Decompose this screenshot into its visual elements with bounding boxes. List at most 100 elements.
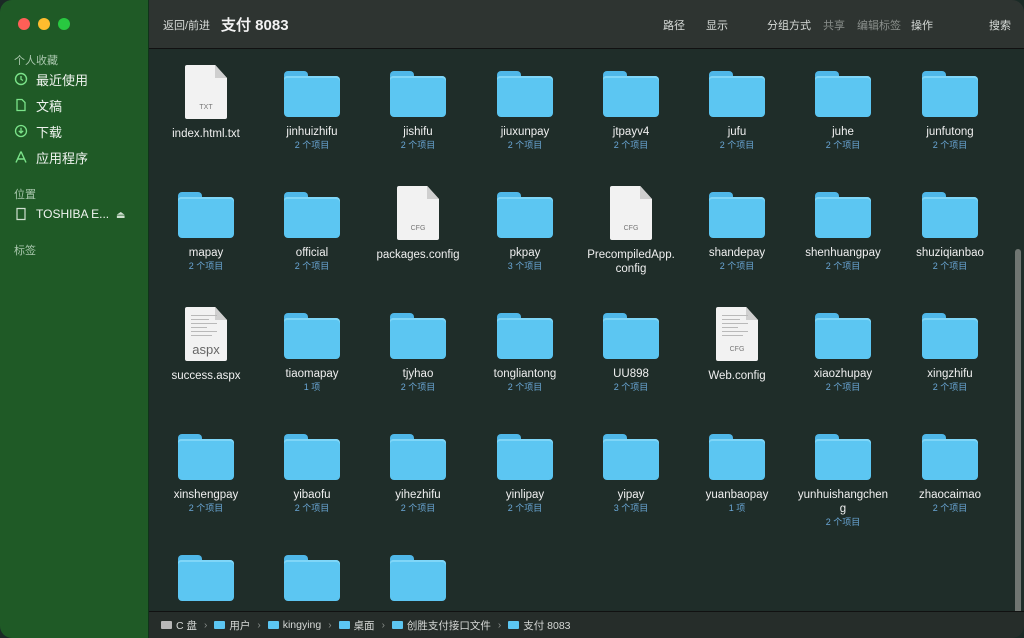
folder-item[interactable]: yunhuishangchen g 2 个项目 bbox=[790, 434, 896, 528]
folder-item[interactable]: yipay 3 个项目 bbox=[578, 434, 684, 514]
item-count: 2 个项目 bbox=[188, 503, 224, 513]
folder-item[interactable]: yihezhifu 2 个项目 bbox=[365, 434, 471, 514]
actions-button[interactable]: 操作 bbox=[911, 17, 933, 33]
file-item[interactable]: aspx success.aspx bbox=[153, 307, 259, 383]
edit-tags-button[interactable]: 编辑标签 bbox=[857, 17, 901, 33]
file-type-label: CFG bbox=[729, 346, 745, 353]
item-name: xiaozhupay bbox=[813, 368, 873, 380]
folder-item[interactable]: jtpayv4 2 个项目 bbox=[578, 71, 684, 151]
path-crumb[interactable]: C 盘 bbox=[161, 618, 197, 633]
path-crumb[interactable]: 支付 8083 bbox=[508, 618, 571, 633]
folder-icon bbox=[391, 621, 403, 629]
item-count: 2 个项目 bbox=[294, 261, 330, 271]
folder-item[interactable]: shenhuangpay 2 个项目 bbox=[790, 192, 896, 272]
folder-icon bbox=[603, 313, 659, 359]
path-button[interactable]: 路径 bbox=[663, 17, 685, 33]
maximize-window-button[interactable] bbox=[58, 18, 70, 30]
folder-icon bbox=[709, 71, 765, 117]
download-icon bbox=[14, 124, 28, 138]
folder-icon bbox=[338, 621, 350, 629]
folder-item[interactable]: jishifu 2 个项目 bbox=[365, 71, 471, 151]
item-name: official bbox=[295, 247, 329, 259]
item-count: 2 个项目 bbox=[613, 382, 649, 392]
folder-item[interactable]: zhaocaimao 2 个项目 bbox=[897, 434, 1003, 514]
locations-section-title: 位置 bbox=[14, 189, 36, 201]
sidebar-item-documents[interactable]: 文稿 bbox=[14, 95, 62, 115]
folder-item[interactable]: tongliantong 2 个项目 bbox=[472, 313, 578, 393]
item-name: jishifu bbox=[403, 126, 433, 138]
folder-item[interactable]: xingzhifu 2 个项目 bbox=[897, 313, 1003, 393]
sidebar-item-toshiba[interactable]: TOSHIBA E... bbox=[14, 204, 109, 224]
folder-item[interactable]: tiaomapay 1 项 bbox=[259, 313, 365, 393]
item-count: 1 项 bbox=[728, 503, 746, 513]
folder-icon bbox=[178, 555, 234, 601]
folder-item[interactable]: yinlipay 2 个项目 bbox=[472, 434, 578, 514]
item-count: 2 个项目 bbox=[932, 503, 968, 513]
view-button[interactable]: 显示 bbox=[706, 17, 728, 33]
sidebar-item-recents[interactable]: 最近使用 bbox=[14, 69, 88, 89]
folder-item[interactable]: yibaofu 2 个项目 bbox=[259, 434, 365, 514]
clock-icon bbox=[14, 72, 28, 86]
folder-item[interactable]: xinshengpay 2 个项目 bbox=[153, 434, 259, 514]
item-count: 3 个项目 bbox=[507, 261, 543, 271]
item-name: yinlipay bbox=[505, 489, 545, 501]
folder-icon bbox=[497, 192, 553, 238]
sidebar: 个人收藏 最近使用 文稿 下载 应用程序 位置 TOSHIBA E... ⏏ 标… bbox=[0, 0, 149, 638]
folder-item[interactable]: jinhuizhifu 2 个项目 bbox=[259, 71, 365, 151]
folder-item[interactable]: pkpay 3 个项目 bbox=[472, 192, 578, 272]
item-name: tjyhao bbox=[402, 368, 434, 380]
item-name: jufu bbox=[727, 126, 747, 138]
close-window-button[interactable] bbox=[18, 18, 30, 30]
folder-item[interactable] bbox=[365, 555, 471, 609]
document-icon: aspx bbox=[185, 307, 227, 361]
folder-item[interactable]: mapay 2 个项目 bbox=[153, 192, 259, 272]
back-forward-button[interactable]: 返回/前进 bbox=[163, 17, 210, 33]
folder-item[interactable] bbox=[259, 555, 365, 609]
search-button[interactable]: 搜索 bbox=[989, 17, 1011, 33]
folder-item[interactable]: UU898 2 个项目 bbox=[578, 313, 684, 393]
item-count: 2 个项目 bbox=[294, 140, 330, 150]
item-name: zhaocaimao bbox=[918, 489, 981, 501]
file-type-label: aspx bbox=[192, 342, 220, 357]
sidebar-item-applications[interactable]: 应用程序 bbox=[14, 147, 88, 167]
folder-icon bbox=[267, 621, 279, 629]
disk-icon bbox=[161, 621, 172, 629]
item-count: 2 个项目 bbox=[719, 140, 755, 150]
item-count: 2 个项目 bbox=[825, 140, 861, 150]
file-item[interactable]: CFG PrecompiledApp. config bbox=[578, 186, 684, 276]
path-crumb[interactable]: 创胜支付接口文件 bbox=[391, 618, 491, 633]
file-item[interactable]: TXT index.html.txt bbox=[153, 65, 259, 141]
file-item[interactable]: CFG Web.config bbox=[684, 307, 790, 383]
group-by-button[interactable]: 分组方式 bbox=[767, 17, 811, 33]
folder-item[interactable]: shuziqianbao 2 个项目 bbox=[897, 192, 1003, 272]
item-name: packages.config bbox=[376, 249, 460, 261]
folder-item[interactable] bbox=[153, 555, 259, 609]
path-crumb[interactable]: kingying bbox=[267, 619, 321, 631]
file-item[interactable]: CFG packages.config bbox=[365, 186, 471, 262]
folder-item[interactable]: official 2 个项目 bbox=[259, 192, 365, 272]
item-count: 2 个项目 bbox=[507, 503, 543, 513]
sidebar-item-downloads[interactable]: 下载 bbox=[14, 121, 62, 141]
minimize-window-button[interactable] bbox=[38, 18, 50, 30]
apps-icon bbox=[14, 150, 28, 164]
folder-item[interactable]: xiaozhupay 2 个项目 bbox=[790, 313, 896, 393]
item-name: yuanbaopay bbox=[705, 489, 769, 501]
item-count: 2 个项目 bbox=[825, 261, 861, 271]
folder-item[interactable]: juhe 2 个项目 bbox=[790, 71, 896, 151]
folder-item[interactable]: shandepay 2 个项目 bbox=[684, 192, 790, 272]
share-button[interactable]: 共享 bbox=[823, 17, 845, 33]
sidebar-item-label: 应用程序 bbox=[36, 150, 89, 166]
folder-item[interactable]: jiuxunpay 2 个项目 bbox=[472, 71, 578, 151]
folder-item[interactable]: jufu 2 个项目 bbox=[684, 71, 790, 151]
vertical-scrollbar[interactable] bbox=[1015, 249, 1021, 612]
document-icon bbox=[14, 98, 28, 112]
folder-item[interactable]: junfutong 2 个项目 bbox=[897, 71, 1003, 151]
item-count: 2 个项目 bbox=[825, 382, 861, 392]
folder-item[interactable]: yuanbaopay 1 项 bbox=[684, 434, 790, 514]
item-count: 2 个项目 bbox=[400, 382, 436, 392]
folder-item[interactable]: tjyhao 2 个项目 bbox=[365, 313, 471, 393]
path-crumb[interactable]: 桌面 bbox=[338, 618, 375, 633]
eject-icon[interactable]: ⏏ bbox=[116, 210, 125, 221]
sidebar-item-label: TOSHIBA E... bbox=[36, 207, 110, 221]
path-crumb[interactable]: 用户 bbox=[214, 618, 250, 633]
